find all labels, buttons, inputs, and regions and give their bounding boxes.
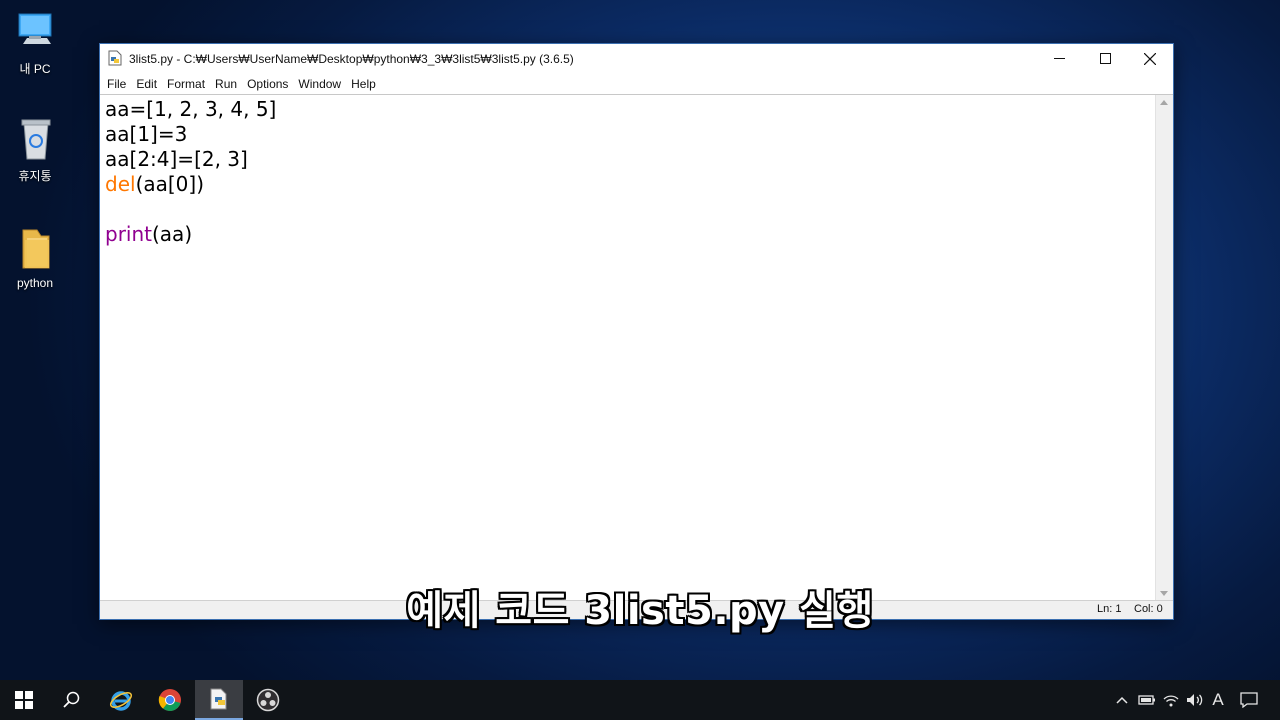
desktop-icon-recycle-bin[interactable]: 휴지통: [6, 117, 64, 184]
close-button[interactable]: [1127, 44, 1173, 73]
taskbar: A: [0, 680, 1280, 720]
menu-run[interactable]: Run: [211, 77, 243, 91]
python-idle-icon: [210, 688, 227, 710]
python-file-icon: [107, 50, 123, 66]
chrome-icon: [158, 689, 181, 711]
ime-indicator[interactable]: A: [1207, 680, 1229, 720]
volume-icon: [1187, 694, 1203, 706]
print-builtin: print: [105, 222, 152, 246]
recycle-bin-icon: [15, 117, 55, 161]
search-button[interactable]: [48, 680, 96, 720]
battery-status[interactable]: [1136, 680, 1158, 720]
menu-edit[interactable]: Edit: [132, 77, 163, 91]
title-bar[interactable]: 3list5.py - C:₩Users₩UserName₩Desktop₩py…: [100, 44, 1173, 73]
code-line-2: aa[1]=3: [105, 122, 188, 146]
start-button[interactable]: [0, 680, 48, 720]
this-pc-icon: [15, 10, 55, 54]
minimize-button[interactable]: [1036, 44, 1082, 73]
obs-icon: [256, 688, 280, 712]
scroll-up-icon[interactable]: [1160, 100, 1168, 105]
code-line-5: ​: [105, 197, 276, 222]
close-icon: [1144, 52, 1156, 65]
taskbar-internet-explorer[interactable]: [97, 680, 145, 720]
idle-editor-window: 3list5.py - C:₩Users₩UserName₩Desktop₩py…: [99, 43, 1174, 620]
window-title: 3list5.py - C:₩Users₩UserName₩Desktop₩py…: [129, 52, 574, 66]
action-center-button[interactable]: [1236, 680, 1262, 720]
volume-control[interactable]: [1184, 680, 1206, 720]
show-hidden-icons-button[interactable]: [1112, 680, 1132, 720]
minimize-icon: [1053, 58, 1065, 59]
code-text-segment: (aa[0]): [135, 172, 205, 196]
vertical-scrollbar[interactable]: [1155, 95, 1173, 601]
chevron-up-icon: [1116, 696, 1128, 704]
code-line-1: aa=[1, 2, 3, 4, 5]: [105, 97, 277, 121]
desktop-icon-label: python: [16, 276, 54, 290]
desktop-icon-label: 휴지통: [18, 169, 52, 183]
del-keyword: del: [105, 172, 136, 196]
battery-icon: [1138, 695, 1155, 705]
code-line-6: print(aa): [105, 222, 276, 247]
menu-window[interactable]: Window: [294, 77, 347, 91]
search-icon: [63, 691, 80, 708]
code-line-4: del(aa[0]): [105, 172, 276, 197]
maximize-button[interactable]: [1082, 44, 1128, 73]
internet-explorer-icon: [109, 691, 133, 711]
start-icon: [15, 691, 33, 709]
folder-icon: [15, 226, 55, 270]
code-editor[interactable]: aa=[1, 2, 3, 4, 5] aa[1]=3 aa[2:4]=[2, 3] d…: [100, 94, 1173, 601]
desktop-icon-python-folder[interactable]: python: [6, 226, 64, 290]
taskbar-obs[interactable]: [244, 680, 292, 720]
code-line-3: aa[2:4]=[2, 3]: [105, 147, 248, 171]
taskbar-python-idle[interactable]: [195, 680, 243, 720]
menu-format[interactable]: Format: [163, 77, 211, 91]
taskbar-chrome[interactable]: [146, 680, 194, 720]
video-subtitle: 예제 코드 3list5.py 실행: [406, 588, 874, 634]
network-status[interactable]: [1160, 680, 1182, 720]
menu-options[interactable]: Options: [243, 77, 294, 91]
menu-file[interactable]: File: [103, 77, 132, 91]
desktop-icon-label: 내 PC: [19, 62, 51, 76]
code-text-segment: (aa): [152, 222, 193, 246]
desktop-icon-this-pc[interactable]: 내 PC: [6, 10, 64, 77]
menu-bar: File Edit Format Run Options Window Help: [100, 73, 1173, 94]
wifi-icon: [1163, 695, 1179, 707]
notification-icon: [1240, 692, 1258, 708]
code-text[interactable]: aa=[1, 2, 3, 4, 5] aa[1]=3 aa[2:4]=[2, 3] d…: [105, 97, 276, 247]
menu-help[interactable]: Help: [347, 77, 382, 91]
maximize-icon: [1099, 53, 1111, 64]
